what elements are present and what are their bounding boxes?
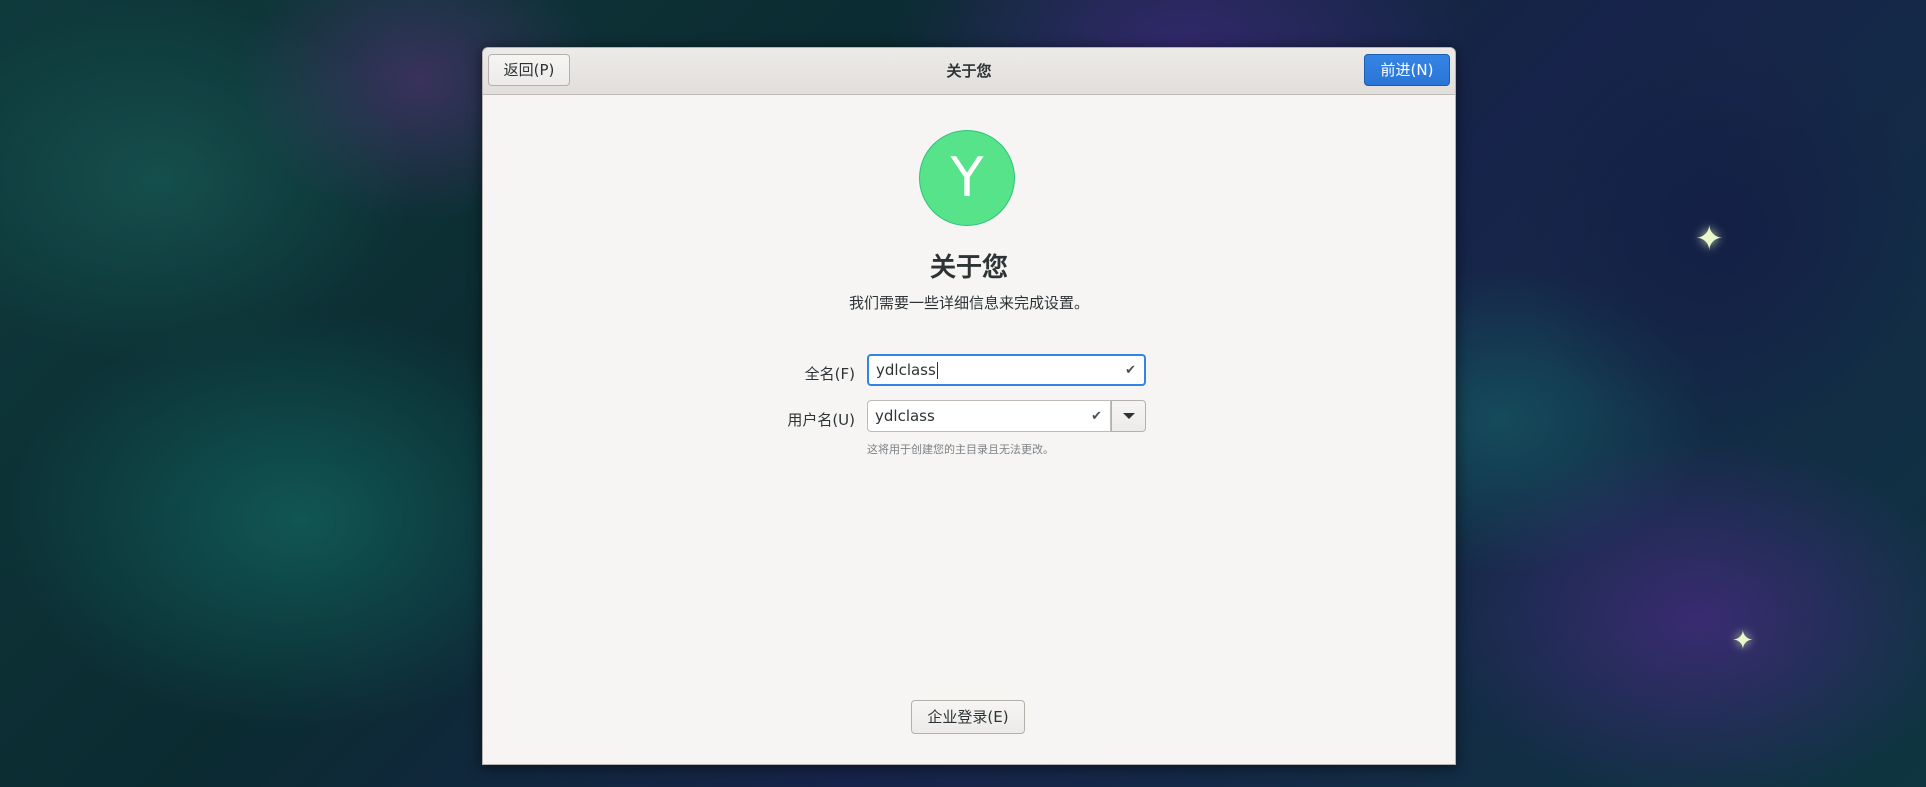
setup-dialog: 关于您 返回(P) 前进(N) Y 关于您 我们需要一些详细信息来完成设置。 全… [482,47,1456,765]
username-hint: 这将用于创建您的主目录且无法更改。 [867,443,1054,456]
fullname-label: 全名(F) [804,365,855,383]
chevron-down-icon [1123,413,1135,419]
check-icon: ✔ [1125,362,1136,378]
username-label: 用户名(U) [787,411,855,429]
username-text: ydlclass [875,401,935,431]
fullname-text: ydlclass [876,356,938,384]
star-decoration: ✦ [1732,626,1754,656]
page-subtitle: 我们需要一些详细信息来完成设置。 [848,294,1089,312]
username-dropdown-button[interactable] [1111,400,1146,432]
username-value: ydlclass [875,407,935,425]
page-title: 关于您 [929,253,1008,283]
star-decoration: ✦ [1695,219,1724,259]
next-button[interactable]: 前进(N) [1364,54,1450,86]
fullname-field[interactable]: ydlclass ✔ [867,354,1146,386]
fullname-value: ydlclass [876,361,936,379]
avatar[interactable]: Y [919,130,1015,226]
text-cursor [936,361,938,379]
window-title: 关于您 [946,62,992,80]
back-button[interactable]: 返回(P) [488,54,570,86]
header-bar: 关于您 返回(P) 前进(N) [483,48,1455,95]
enterprise-login-button[interactable]: 企业登录(E) [911,700,1025,734]
check-icon: ✔ [1091,408,1102,424]
username-field[interactable]: ydlclass ✔ [867,400,1111,432]
